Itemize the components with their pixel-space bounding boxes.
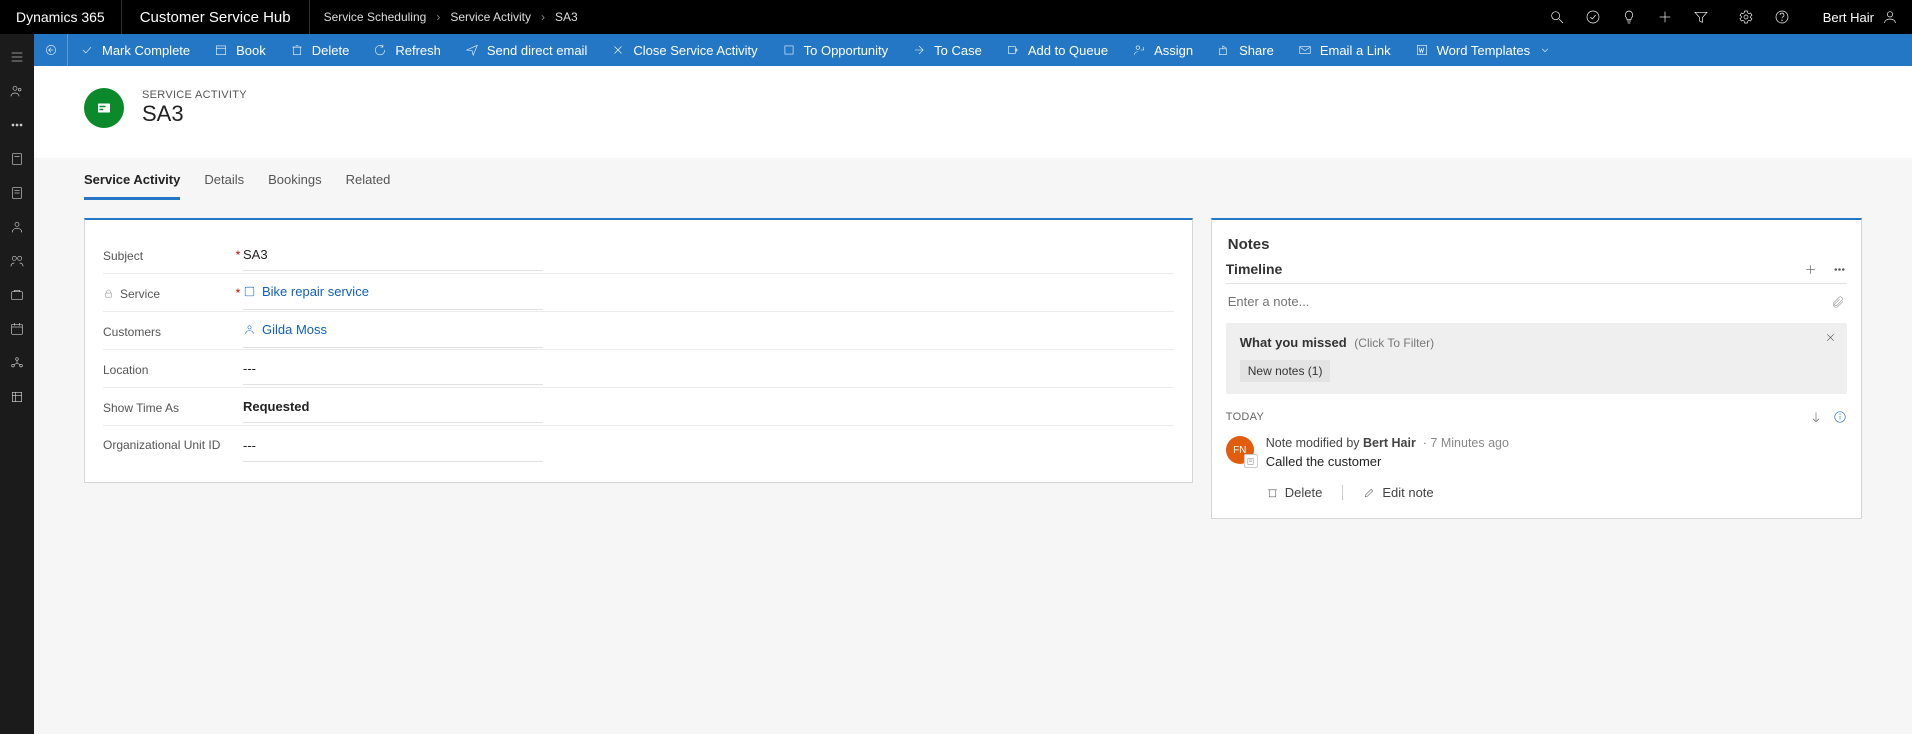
delete-button[interactable]: Delete xyxy=(278,34,362,66)
note-body: Called the customer xyxy=(1266,454,1847,469)
what-you-missed-box: What you missed (Click To Filter) New no… xyxy=(1226,323,1847,394)
note-delete-button[interactable]: Delete xyxy=(1266,485,1323,500)
app-name-label[interactable]: Customer Service Hub xyxy=(122,0,310,34)
required-icon: * xyxy=(233,248,243,262)
breadcrumb: Service Scheduling › Service Activity › … xyxy=(310,0,1539,34)
to-case-button[interactable]: To Case xyxy=(900,34,994,66)
record-title: SA3 xyxy=(142,101,247,127)
user-menu[interactable]: Bert Hair xyxy=(1809,9,1912,25)
filter-icon[interactable] xyxy=(1683,9,1719,25)
field-label: Service xyxy=(120,287,160,301)
add-to-queue-button[interactable]: Add to Queue xyxy=(994,34,1120,66)
topbar-right-icons: Bert Hair xyxy=(1539,0,1912,34)
lightbulb-icon[interactable] xyxy=(1611,9,1647,25)
info-icon[interactable] xyxy=(1833,410,1847,424)
notes-section-title: Notes xyxy=(1226,232,1847,261)
hamburger-icon[interactable] xyxy=(0,40,34,74)
nav-item[interactable] xyxy=(0,312,34,346)
tab-related[interactable]: Related xyxy=(346,164,391,200)
left-nav-rail xyxy=(0,34,34,734)
more-icon[interactable] xyxy=(0,108,34,142)
field-label: Location xyxy=(103,363,148,377)
send-direct-email-button[interactable]: Send direct email xyxy=(453,34,599,66)
task-checklist-icon[interactable] xyxy=(1575,9,1611,25)
entity-badge-icon xyxy=(84,88,124,128)
nav-item[interactable] xyxy=(0,176,34,210)
gear-icon[interactable] xyxy=(1728,9,1764,25)
person-icon xyxy=(243,323,256,336)
field-label: Organizational Unit ID xyxy=(103,438,220,454)
missed-title: What you missed xyxy=(1240,335,1347,350)
help-icon[interactable] xyxy=(1764,9,1800,25)
share-button[interactable]: Share xyxy=(1205,34,1286,66)
breadcrumb-item[interactable]: Service Activity xyxy=(450,10,531,24)
timeline-label: Timeline xyxy=(1226,261,1283,277)
timeline-note[interactable]: FN Note modified by Bert Hair · 7 Minute… xyxy=(1226,436,1847,469)
today-label: TODAY xyxy=(1226,411,1264,423)
more-icon[interactable] xyxy=(1832,262,1847,277)
email-a-link-button[interactable]: Email a Link xyxy=(1286,34,1403,66)
back-icon[interactable] xyxy=(34,34,68,66)
subject-field[interactable]: SA3 xyxy=(243,239,543,271)
to-opportunity-button[interactable]: To Opportunity xyxy=(770,34,901,66)
nav-item[interactable] xyxy=(0,74,34,108)
nav-item[interactable] xyxy=(0,244,34,278)
nav-item[interactable] xyxy=(0,380,34,414)
enter-note-input[interactable] xyxy=(1228,294,1832,309)
command-bar: Mark Complete Book Delete Refresh Send d… xyxy=(34,34,1912,66)
notes-panel: Notes Timeline What you missed xyxy=(1211,218,1862,519)
field-label: Subject xyxy=(103,249,143,263)
tab-details[interactable]: Details xyxy=(204,164,244,200)
top-navbar: Dynamics 365 Customer Service Hub Servic… xyxy=(0,0,1912,34)
chevron-right-icon: › xyxy=(541,10,545,24)
word-templates-button[interactable]: Word Templates xyxy=(1403,34,1564,66)
note-edit-button[interactable]: Edit note xyxy=(1363,485,1433,500)
lookup-icon xyxy=(243,285,256,298)
nav-item[interactable] xyxy=(0,142,34,176)
sort-icon[interactable] xyxy=(1809,410,1823,424)
search-icon[interactable] xyxy=(1539,9,1575,25)
avatar: FN xyxy=(1226,436,1254,464)
user-name: Bert Hair xyxy=(1823,10,1874,25)
brand-label[interactable]: Dynamics 365 xyxy=(0,0,122,34)
tabs: Service Activity Details Bookings Relate… xyxy=(84,158,1862,200)
form-panel: Subject * SA3 Service * Bike repair serv… xyxy=(84,218,1193,483)
close-service-activity-button[interactable]: Close Service Activity xyxy=(599,34,769,66)
location-field[interactable]: --- xyxy=(243,353,543,385)
tab-bookings[interactable]: Bookings xyxy=(268,164,321,200)
filter-tag[interactable]: New notes (1) xyxy=(1240,360,1331,382)
mark-complete-button[interactable]: Mark Complete xyxy=(68,34,202,66)
record-header: SERVICE ACTIVITY SA3 xyxy=(34,66,1912,158)
note-time: 7 Minutes ago xyxy=(1430,436,1509,450)
tab-service-activity[interactable]: Service Activity xyxy=(84,164,180,200)
orgunit-field[interactable]: --- xyxy=(243,430,543,462)
plus-icon[interactable] xyxy=(1647,9,1683,25)
entity-type-label: SERVICE ACTIVITY xyxy=(142,89,247,101)
refresh-button[interactable]: Refresh xyxy=(361,34,453,66)
nav-item[interactable] xyxy=(0,346,34,380)
close-icon[interactable] xyxy=(1824,331,1837,347)
note-type-icon xyxy=(1244,454,1258,468)
field-label: Customers xyxy=(103,325,161,339)
person-icon xyxy=(1882,9,1898,25)
required-icon: * xyxy=(233,286,243,300)
breadcrumb-item[interactable]: SA3 xyxy=(555,10,578,24)
note-prefix: Note modified by xyxy=(1266,436,1363,450)
customers-field[interactable]: Gilda Moss xyxy=(243,314,543,348)
missed-subtitle[interactable]: (Click To Filter) xyxy=(1354,336,1434,350)
book-button[interactable]: Book xyxy=(202,34,278,66)
note-author: Bert Hair xyxy=(1363,436,1416,450)
service-field[interactable]: Bike repair service xyxy=(243,276,543,310)
nav-item[interactable] xyxy=(0,278,34,312)
attachment-icon[interactable] xyxy=(1831,295,1845,309)
chevron-right-icon: › xyxy=(436,10,440,24)
breadcrumb-item[interactable]: Service Scheduling xyxy=(324,10,427,24)
lock-icon xyxy=(103,288,114,299)
nav-item[interactable] xyxy=(0,210,34,244)
showtimeas-field[interactable]: Requested xyxy=(243,391,543,423)
chevron-down-icon xyxy=(1538,43,1552,57)
field-label: Show Time As xyxy=(103,401,179,415)
assign-button[interactable]: Assign xyxy=(1120,34,1205,66)
plus-icon[interactable] xyxy=(1803,262,1818,277)
